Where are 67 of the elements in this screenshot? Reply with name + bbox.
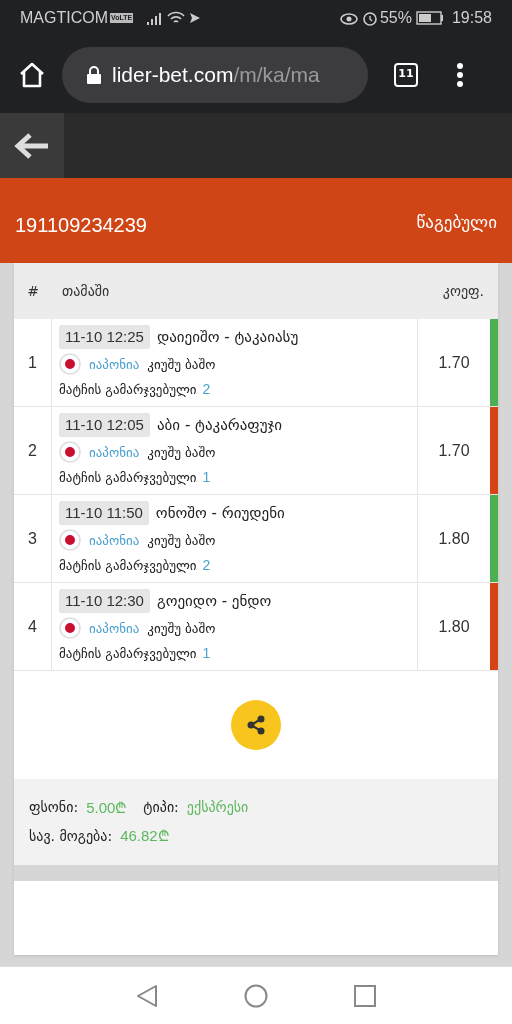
country-link[interactable]: იაპონია [89, 618, 140, 638]
share-icon [245, 714, 267, 736]
send-icon [189, 12, 202, 24]
ticket-status: წაგებული [416, 211, 497, 234]
tab-count-button[interactable]: 11 [394, 62, 418, 87]
clock: 19:58 [451, 8, 492, 28]
battery-icon [415, 11, 444, 25]
pick: 2 [202, 556, 211, 576]
flag-icon [59, 441, 81, 464]
type-label: ტიპი: [143, 798, 179, 818]
pick: 1 [202, 644, 211, 664]
country-link[interactable]: იაპონია [89, 530, 140, 550]
odds: 1.70 [437, 440, 471, 461]
market-name: მატჩის გამარჯვებული [59, 645, 197, 663]
potential-win-value: 46.82₾ [120, 826, 170, 846]
potential-win-label: სავ. მოგება: [29, 826, 113, 846]
back-icon[interactable] [136, 983, 158, 1008]
home-icon[interactable] [18, 60, 46, 89]
flag-icon [59, 529, 81, 552]
odds: 1.80 [437, 616, 471, 637]
match-name: აბი - ტაკარაფუჯი [156, 414, 283, 436]
row-number: 3 [14, 495, 52, 582]
country-link[interactable]: იაპონია [89, 442, 140, 462]
market-name: მატჩის გამარჯვებული [59, 469, 197, 487]
lock-icon [86, 64, 102, 85]
league-name: კიუშუ ბაშო [147, 531, 216, 550]
arrow-left-icon [14, 131, 50, 160]
row-number: 4 [14, 583, 52, 670]
odds: 1.70 [437, 352, 471, 373]
url-bar[interactable]: lider-bet.com/m/ka/ma [62, 46, 368, 103]
column-header: თამაში [61, 281, 111, 301]
match-time: 11-10 11:50 [59, 500, 149, 526]
league-name: კიუშუ ბაშო [147, 355, 216, 374]
market-name: მატჩის გამარჯვებული [59, 381, 197, 399]
flag-icon [59, 617, 81, 640]
match-name: ონოშო - რიუდენი [155, 502, 285, 524]
share-button[interactable] [231, 700, 281, 750]
league-name: კიუშუ ბაშო [147, 443, 216, 462]
match-time: 11-10 12:05 [59, 412, 150, 438]
match-time: 11-10 12:30 [59, 588, 150, 614]
match-time: 11-10 12:25 [59, 324, 150, 350]
stake-label: ფსონი: [29, 798, 79, 818]
flag-icon [59, 353, 81, 376]
match-name: დაიეიშო - ტაკაიასუ [156, 326, 299, 348]
column-header: კოეფ. [441, 281, 485, 301]
pick: 1 [202, 468, 211, 488]
battery-percent: 55% [379, 8, 412, 28]
ticket-id: 191109234239 [15, 213, 147, 238]
row-number: 2 [14, 407, 52, 494]
market-name: მატჩის გამარჯვებული [59, 557, 197, 575]
pick: 2 [202, 380, 211, 400]
league-name: კიუშუ ბაშო [147, 619, 216, 638]
stake-value: 5.00₾ [86, 797, 128, 818]
eye-icon [339, 11, 358, 25]
url-text: lider-bet.com/m/ka/ma [112, 61, 320, 88]
type-value: ექსპრესი [186, 798, 249, 818]
column-header: # [26, 281, 40, 301]
odds: 1.80 [437, 528, 471, 549]
match-name: გოეიდო - ენდო [156, 590, 272, 612]
wifi-icon [167, 11, 186, 25]
alarm-icon [361, 10, 378, 26]
country-link[interactable]: იაპონია [89, 354, 140, 374]
row-number: 1 [14, 319, 52, 406]
recents-icon[interactable] [354, 984, 376, 1007]
menu-icon[interactable] [456, 61, 464, 88]
back-button[interactable] [0, 113, 64, 178]
carrier-name: MAGTICOM [20, 8, 108, 28]
